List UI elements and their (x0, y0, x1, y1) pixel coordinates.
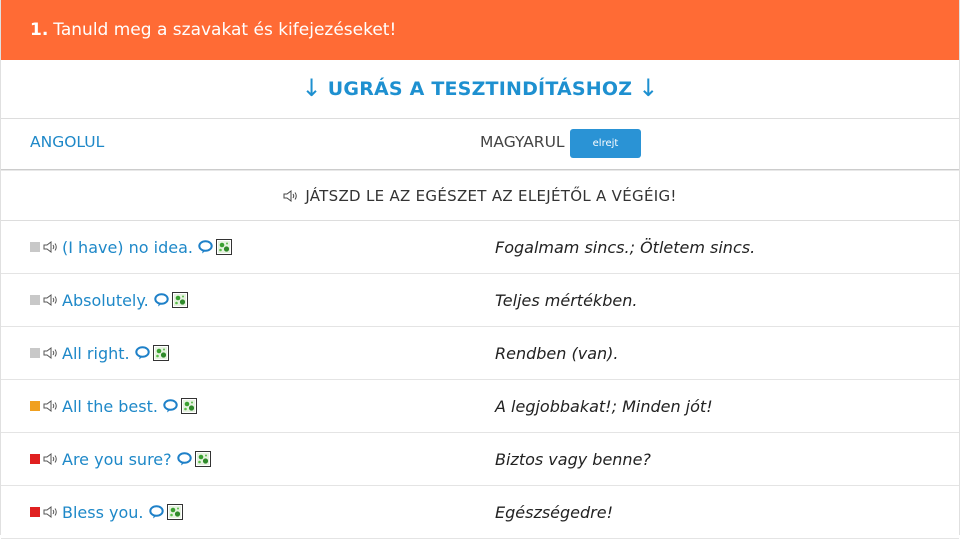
play-all-button[interactable]: JÁTSZD LE AZ EGÉSZET AZ ELEJÉTŐL A VÉGÉI… (1, 170, 959, 221)
phrase-row: Are you sure? Biztos vagy benne? (1, 433, 959, 486)
speech-bubble-icon[interactable] (153, 293, 169, 307)
status-square (30, 401, 40, 411)
speaker-icon[interactable] (43, 453, 59, 465)
english-phrase[interactable]: Bless you. (62, 503, 144, 522)
status-square (30, 242, 40, 252)
exercise-panel: 1. Tanuld meg a szavakat és kifejezéseke… (0, 0, 960, 539)
speech-bubble-icon[interactable] (163, 399, 178, 413)
exercise-header: 1. Tanuld meg a szavakat és kifejezéseke… (1, 0, 959, 60)
jump-to-test-link[interactable]: ↓ UGRÁS A TESZTINDÍTÁSHOZ ↓ (1, 60, 959, 119)
down-arrow-icon: ↓ (301, 74, 322, 102)
speech-bubble-icon[interactable] (176, 452, 192, 466)
hungarian-translation: Fogalmam sincs.; Ötletem sincs. (495, 237, 756, 257)
hungarian-translation: Rendben (van). (495, 343, 619, 363)
image-icon[interactable] (171, 292, 188, 308)
speaker-icon[interactable] (43, 506, 59, 518)
speaker-icon (283, 189, 299, 202)
image-icon[interactable] (215, 239, 232, 255)
status-square (30, 454, 40, 464)
english-column-link[interactable]: ANGOLUL (30, 133, 104, 151)
phrase-row: (I have) no idea. Fogalmam sincs.; Ötlet… (1, 221, 959, 274)
speech-bubble-icon[interactable] (148, 505, 164, 519)
hungarian-column-label: MAGYARUL (480, 133, 565, 151)
phrase-row: Absolutely. Teljes mértékben. (1, 274, 959, 327)
exercise-number: 1. (30, 20, 49, 40)
column-header-row: ANGOLUL MAGYARUL elrejt (1, 119, 959, 170)
speaker-icon[interactable] (43, 241, 59, 253)
status-square (30, 348, 40, 358)
speaker-icon[interactable] (43, 400, 59, 412)
phrase-row: All right. Rendben (van). (1, 327, 959, 380)
status-square (30, 295, 40, 305)
hide-button[interactable]: elrejt (570, 129, 641, 158)
phrase-row: Bless you. Egészségedre! (1, 486, 959, 539)
hungarian-translation: Egészségedre! (495, 502, 614, 522)
english-phrase[interactable]: (I have) no idea. (62, 238, 193, 257)
jump-to-test-label: UGRÁS A TESZTINDÍTÁSHOZ (327, 78, 633, 100)
down-arrow-icon: ↓ (638, 74, 659, 102)
image-icon[interactable] (166, 504, 183, 520)
hungarian-translation: Biztos vagy benne? (495, 449, 651, 469)
image-icon[interactable] (180, 398, 197, 414)
image-icon[interactable] (152, 345, 169, 361)
english-phrase[interactable]: All the best. (62, 397, 158, 416)
play-all-label: JÁTSZD LE AZ EGÉSZET AZ ELEJÉTŐL A VÉGÉI… (305, 186, 677, 205)
english-phrase[interactable]: All right. (62, 344, 130, 363)
english-phrase[interactable]: Absolutely. (62, 291, 149, 310)
speech-bubble-icon[interactable] (198, 240, 213, 254)
speaker-icon[interactable] (43, 347, 59, 359)
english-phrase[interactable]: Are you sure? (62, 450, 172, 469)
image-icon[interactable] (194, 451, 211, 467)
hungarian-translation: A legjobbakat!; Minden jót! (495, 396, 713, 416)
hungarian-translation: Teljes mértékben. (495, 290, 638, 310)
exercise-title: Tanuld meg a szavakat és kifejezéseket! (53, 20, 397, 40)
phrase-list: (I have) no idea. Fogalmam sincs.; Ötlet… (1, 221, 959, 539)
speech-bubble-icon[interactable] (134, 346, 150, 360)
speaker-icon[interactable] (43, 294, 59, 306)
status-square (30, 507, 40, 517)
phrase-row: All the best. A legjobbakat!; Minden jót… (1, 380, 959, 433)
